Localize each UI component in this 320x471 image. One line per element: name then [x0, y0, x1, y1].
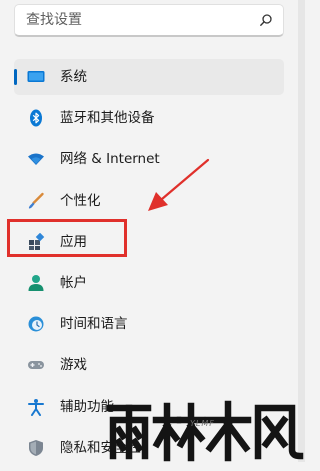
search-box[interactable]: [14, 4, 284, 37]
nav-label: 系统: [60, 69, 87, 85]
selection-indicator: [14, 69, 17, 85]
nav-item-time-language[interactable]: 时间和语言: [14, 306, 284, 342]
watermark: YLMF: [104, 398, 304, 462]
clock-globe-icon: [27, 315, 45, 333]
nav-item-accounts[interactable]: 帐户: [14, 265, 284, 301]
nav-item-network[interactable]: 网络 & Internet: [14, 141, 284, 177]
search-input[interactable]: [26, 12, 259, 28]
search-icon[interactable]: [259, 13, 273, 27]
account-icon: [27, 274, 45, 292]
bluetooth-icon: [27, 109, 45, 127]
nav-label: 游戏: [60, 357, 87, 374]
nav-label: 网络 & Internet: [60, 151, 160, 168]
nav-item-system[interactable]: 系统: [14, 59, 284, 95]
accessibility-icon: [27, 398, 45, 416]
nav-label: 帐户: [60, 274, 87, 291]
nav-label: 时间和语言: [60, 316, 128, 333]
nav-item-personalization[interactable]: 个性化: [14, 183, 284, 219]
nav-label: 个性化: [60, 192, 101, 209]
wifi-icon: [27, 150, 45, 168]
nav-item-bluetooth[interactable]: 蓝牙和其他设备: [14, 100, 284, 136]
display-icon: [27, 68, 45, 86]
shield-icon: [27, 439, 45, 457]
paint-brush-icon: [27, 192, 45, 210]
watermark-logo: [106, 400, 304, 462]
gamepad-icon: [27, 356, 45, 374]
annotation-highlight-box: [7, 219, 127, 257]
nav-item-gaming[interactable]: 游戏: [14, 347, 284, 383]
window-edge: [298, 0, 305, 462]
watermark-text: YLMF: [190, 419, 215, 428]
nav-label: 蓝牙和其他设备: [60, 110, 155, 127]
